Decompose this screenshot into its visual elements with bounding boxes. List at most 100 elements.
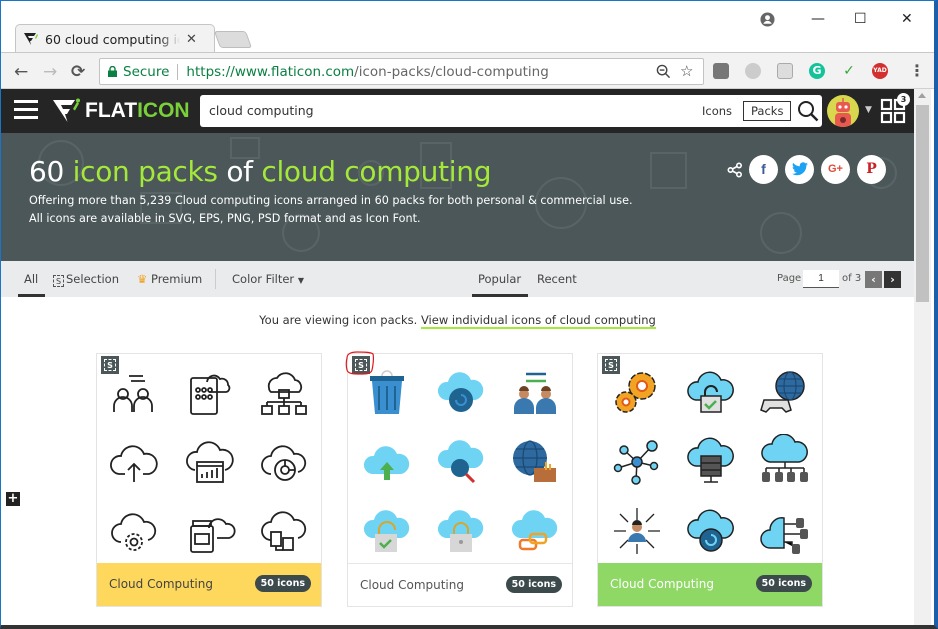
filter-selection-label: Selection [66,272,119,286]
collections-count-badge: 3 [897,93,910,106]
scrollbar-thumb[interactable] [916,105,929,302]
pack-preview-grid: S [598,354,822,565]
search-type-icons[interactable]: Icons [702,104,732,118]
page-title: 60 icon packs of cloud computing [29,155,491,188]
pinterest-share-button[interactable]: P [857,155,886,184]
search-type-packs[interactable]: Packs [743,101,792,121]
reload-button[interactable]: ⟳ [71,62,85,82]
cloud-chart-icon [261,445,307,481]
cloud-link-icon [511,510,558,551]
sort-recent[interactable]: Recent [537,272,577,286]
view-notice: You are viewing icon packs. View individ… [1,313,914,329]
google-plus-share-button[interactable]: G+ [821,155,850,184]
expand-plus-button[interactable]: + [6,492,20,506]
close-window-button[interactable]: ✕ [901,11,913,27]
maximize-button[interactable]: ☐ [854,11,867,27]
sort-popular-active-underline [472,294,528,297]
selection-icon: S [104,359,116,371]
prev-page-button[interactable]: ‹ [865,271,882,288]
title-bar: 60 cloud computing icon packs ✕ — ☐ ✕ [1,1,934,53]
next-page-button[interactable]: › [884,271,901,288]
cloud-network-icon [261,372,307,415]
select-pack-button[interactable]: S [101,356,119,374]
user-avatar[interactable] [827,95,859,127]
filter-all-active-underline [18,294,45,297]
hero-description-1: Offering more than 5,239 Cloud computing… [29,194,633,207]
address-bar[interactable]: Secure https://www.flaticon.com/icon-pac… [99,58,704,85]
cloud-search-icon [437,440,484,484]
filter-selection[interactable]: S Selection [53,272,119,287]
back-button[interactable]: ← [14,62,28,82]
spellcheck-extension-icon[interactable]: ✓ [841,63,857,79]
cloud-files-icon [261,511,307,551]
minimize-button[interactable]: — [811,11,825,27]
tab-title: 60 cloud computing icon packs [45,31,180,47]
profile-icon[interactable] [760,12,775,27]
yad-extension-icon[interactable]: YAD [872,63,888,79]
sort-popular[interactable]: Popular [478,272,521,286]
flaticon-favicon-icon [24,33,38,45]
tab-close-icon[interactable]: ✕ [186,32,197,47]
scroll-up-arrow-icon[interactable] [918,93,926,98]
dropdown-caret-icon: ▼ [297,276,304,285]
pack-preview-grid: S [97,354,321,565]
cloud-storage-card-icon [190,518,236,553]
cloud-sync-icon [687,509,734,552]
crown-icon: ♛ [137,272,148,286]
omnibox-divider [177,63,179,80]
cloud-analytics-icon [186,441,234,483]
title-count: 60 [29,155,65,188]
search-icon[interactable] [797,100,819,122]
evernote-extension-icon[interactable] [713,63,729,79]
pack-name: Cloud Computing [109,577,213,591]
users-exchange-icon [113,375,153,412]
twitter-icon [791,162,808,176]
color-filter-dropdown[interactable]: Color Filter ▼ [232,272,304,286]
browser-tab-content[interactable]: 60 cloud computing icon packs ✕ [23,27,197,51]
grammarly-extension-icon[interactable]: G [809,63,825,79]
select-pack-button[interactable]: S [602,356,620,374]
chat-extension-icon[interactable] [745,63,761,79]
icon-pack-card[interactable]: S Cloud Computing 50 icons [597,353,823,607]
users-exchange-icon [514,372,556,414]
filter-premium[interactable]: ♛ Premium [137,272,202,286]
icon-pack-card[interactable]: S Cloud Computing 50 icons [96,353,322,607]
logo-flat-text: FLAT [85,99,138,122]
pack-name: Cloud Computing [610,577,714,591]
icon-pack-card[interactable]: S Cloud Computing 50 icons [345,351,573,607]
cloud-sync-icon [437,372,484,412]
title-of: of [226,155,253,188]
twitter-share-button[interactable] [785,155,814,184]
hamburger-menu-icon[interactable] [14,100,38,120]
browser-menu-icon[interactable]: ⋮ [909,61,925,80]
pack-icon-count: 50 icons [755,575,812,592]
account-dropdown-caret-icon[interactable]: ▼ [865,105,872,115]
red-scribble-annotation [345,351,375,375]
facebook-share-button[interactable]: f [749,155,778,184]
pack-name: Cloud Computing [360,578,464,592]
view-individual-icons-link[interactable]: View individual icons of cloud computing [420,313,656,329]
zoom-out-icon[interactable] [656,64,671,79]
bookmark-star-icon[interactable]: ☆ [680,62,693,80]
share-icon[interactable] [727,162,743,178]
forward-button[interactable]: → [43,62,57,82]
page-number-input[interactable] [803,270,839,288]
lock-icon [108,66,117,77]
page-total: of 3 [842,273,862,284]
notice-text: You are viewing icon packs. [259,313,418,327]
flaticon-logo-icon [53,98,80,122]
cloud-server-icon [687,437,734,483]
new-tab-button[interactable] [213,31,253,48]
selection-icon: S [605,359,617,371]
pack-footer: Cloud Computing 50 icons [348,563,572,606]
pack-footer: Cloud Computing 50 icons [97,563,321,606]
globe-transfer-icon [513,440,556,482]
flaticon-logo[interactable]: FLATICON [53,98,190,124]
globe-gamepad-icon [760,371,805,413]
cube-extension-icon[interactable] [777,63,793,79]
browser-toolbar: ← → ⟳ Secure https://www.flaticon.com/ic… [1,52,934,89]
vertical-scrollbar[interactable] [914,89,931,625]
filter-all[interactable]: All [24,272,38,286]
url-path: /icon-packs/cloud-computing [354,63,549,80]
search-input[interactable] [209,103,609,118]
